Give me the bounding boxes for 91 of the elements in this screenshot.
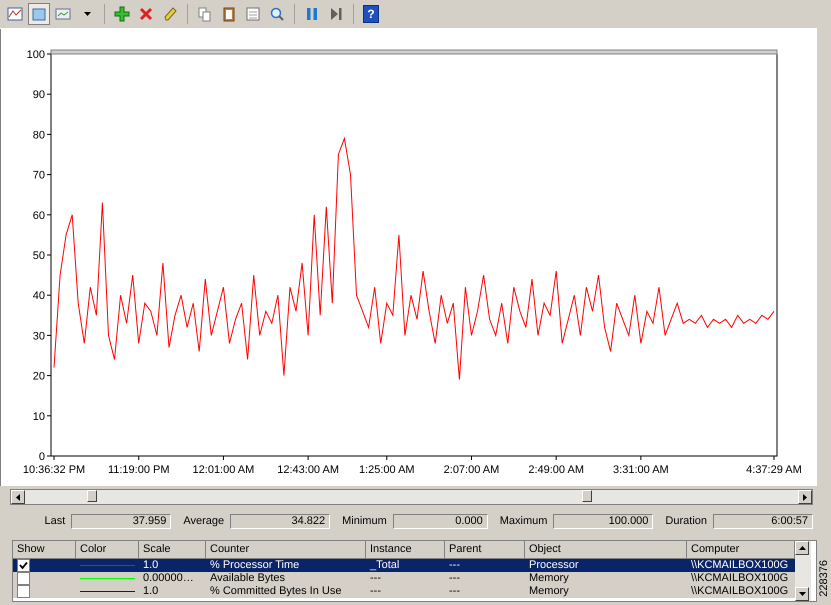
x-tick-label: 10:36:32 PM [22,464,86,476]
counter-row[interactable]: 0.00000… Available Bytes --- --- Memory \\KCMAILBOX100G [13,572,795,585]
y-tick-label: 0 [38,451,45,463]
counter-row[interactable]: 1.0 % Committed Bytes In Use --- --- Memory \\KCMAILBOX100G [13,585,795,598]
show-checkbox[interactable] [17,572,30,585]
checkmark-icon [19,561,28,570]
column-header[interactable]: Color [76,541,139,559]
stat-label: Average [183,515,224,527]
table-cell-text: --- [369,585,382,598]
table-cell-text: --- [448,585,461,598]
clipboard-icon [221,6,237,22]
step-forward-icon [328,6,344,22]
vertical-scrollbar[interactable] [795,541,811,601]
table-cell-text: _Total [368,559,400,572]
table-cell-text: 1.0 [142,585,160,598]
stat-value: 100.000 [553,514,654,528]
x-tick-label: 12:01:00 AM [192,464,254,476]
column-header[interactable]: Parent [445,541,525,559]
column-header[interactable]: Instance [366,541,445,559]
counter-row[interactable]: 1.0 % Processor Time _Total --- Processor \\KCMAILBOX100G [13,559,795,572]
right-arrow-icon [803,494,807,500]
copy-icon [197,6,213,22]
y-tick-label: 10 [32,410,45,423]
y-tick-label: 100 [26,49,45,61]
y-tick-label: 40 [32,290,45,302]
table-cell-text: \\KCMAILBOX100G [690,572,790,585]
caret-icon [84,12,90,16]
table-cell-text: Available Bytes [209,572,286,585]
scroll-up-button[interactable] [795,541,809,555]
x-tick-label: 12:43:00 AM [277,464,340,476]
table-cell-text: --- [448,572,461,585]
stat-value: 6:00:57 [713,514,813,528]
table-cell-text: Processor [528,559,580,572]
x-tick-label: 2:49:00 AM [528,464,584,476]
histogram-icon [31,6,47,22]
down-arrow-icon [798,592,806,596]
close-icon [138,6,154,22]
report-icon [55,6,71,22]
x-tick-label: 11:19:00 PM [108,464,170,476]
scroll-left-button[interactable] [11,490,25,504]
column-header[interactable]: Counter [206,541,366,559]
show-checkbox[interactable] [17,559,30,572]
time-scrollbar[interactable] [10,489,813,505]
table-cell-text: \\KCMAILBOX100G [690,559,790,572]
left-arrow-icon [16,494,20,500]
scroll-end-handle[interactable] [582,490,592,502]
stat-label: Duration [665,515,707,527]
pause-icon [304,6,320,22]
table-cell-text: Memory [528,585,570,598]
stat-label: Maximum [500,515,548,527]
column-header[interactable]: Object [525,541,687,559]
help-button[interactable]: ? [363,5,379,23]
table-cell-text: 1.0 [142,559,160,572]
stat-value: 37.959 [71,514,172,528]
x-tick-label: 2:07:00 AM [444,464,500,476]
figure-number: 228376 [818,560,830,597]
stat-label: Minimum [342,515,387,527]
y-tick-label: 80 [32,129,45,142]
show-checkbox[interactable] [17,585,30,598]
stat-label: Last [44,515,66,527]
document-icon [245,6,261,22]
line-graph-icon [7,6,23,22]
x-tick-label: 4:37:29 AM [746,464,802,476]
y-tick-label: 60 [32,210,45,222]
x-tick-label: 3:31:00 AM [613,464,669,476]
column-header[interactable]: Show [13,541,76,559]
table-cell-text: 0.00000… [142,572,195,585]
scroll-start-handle[interactable] [86,490,97,502]
y-tick-label: 20 [32,370,45,383]
y-tick-label: 90 [32,89,45,102]
table-cell-text: --- [448,559,461,572]
view-button[interactable] [28,3,50,25]
scroll-right-button[interactable] [798,490,812,504]
table-cell-text: Memory [528,572,570,585]
plus-icon [114,6,130,22]
magnifier-icon [269,6,285,22]
pencil-icon [162,6,178,22]
stat-value: 34.822 [230,514,330,528]
x-tick-label: 1:25:00 AM [358,464,415,476]
y-tick-label: 50 [32,250,45,262]
table-cell-text: % Processor Time [209,559,300,572]
table-cell-text: --- [369,572,382,585]
scroll-down-button[interactable] [795,587,809,601]
table-cell-text: \\KCMAILBOX100G [690,585,790,598]
y-tick-label: 30 [32,330,45,342]
y-tick-label: 70 [32,170,45,182]
column-header[interactable]: Scale [139,541,206,559]
stat-value: 0.000 [392,514,488,528]
column-header[interactable]: Computer [687,541,795,559]
table-cell-text: % Committed Bytes In Use [209,585,342,598]
up-arrow-icon [798,546,806,550]
